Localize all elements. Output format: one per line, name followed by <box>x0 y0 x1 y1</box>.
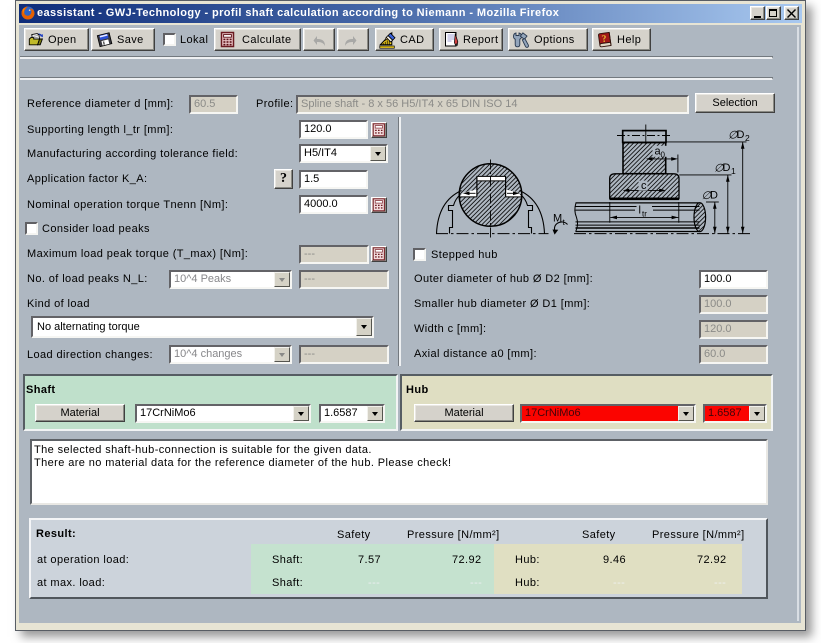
svg-text:2: 2 <box>745 133 750 143</box>
svg-text:l: l <box>639 205 641 217</box>
svg-text:D: D <box>723 162 731 174</box>
svg-text:c: c <box>641 180 647 192</box>
svg-text:D: D <box>710 190 718 202</box>
svg-text:0: 0 <box>661 151 666 160</box>
svg-text:D: D <box>737 129 745 141</box>
svg-text:1: 1 <box>731 166 736 176</box>
svg-text:tr: tr <box>642 210 647 219</box>
